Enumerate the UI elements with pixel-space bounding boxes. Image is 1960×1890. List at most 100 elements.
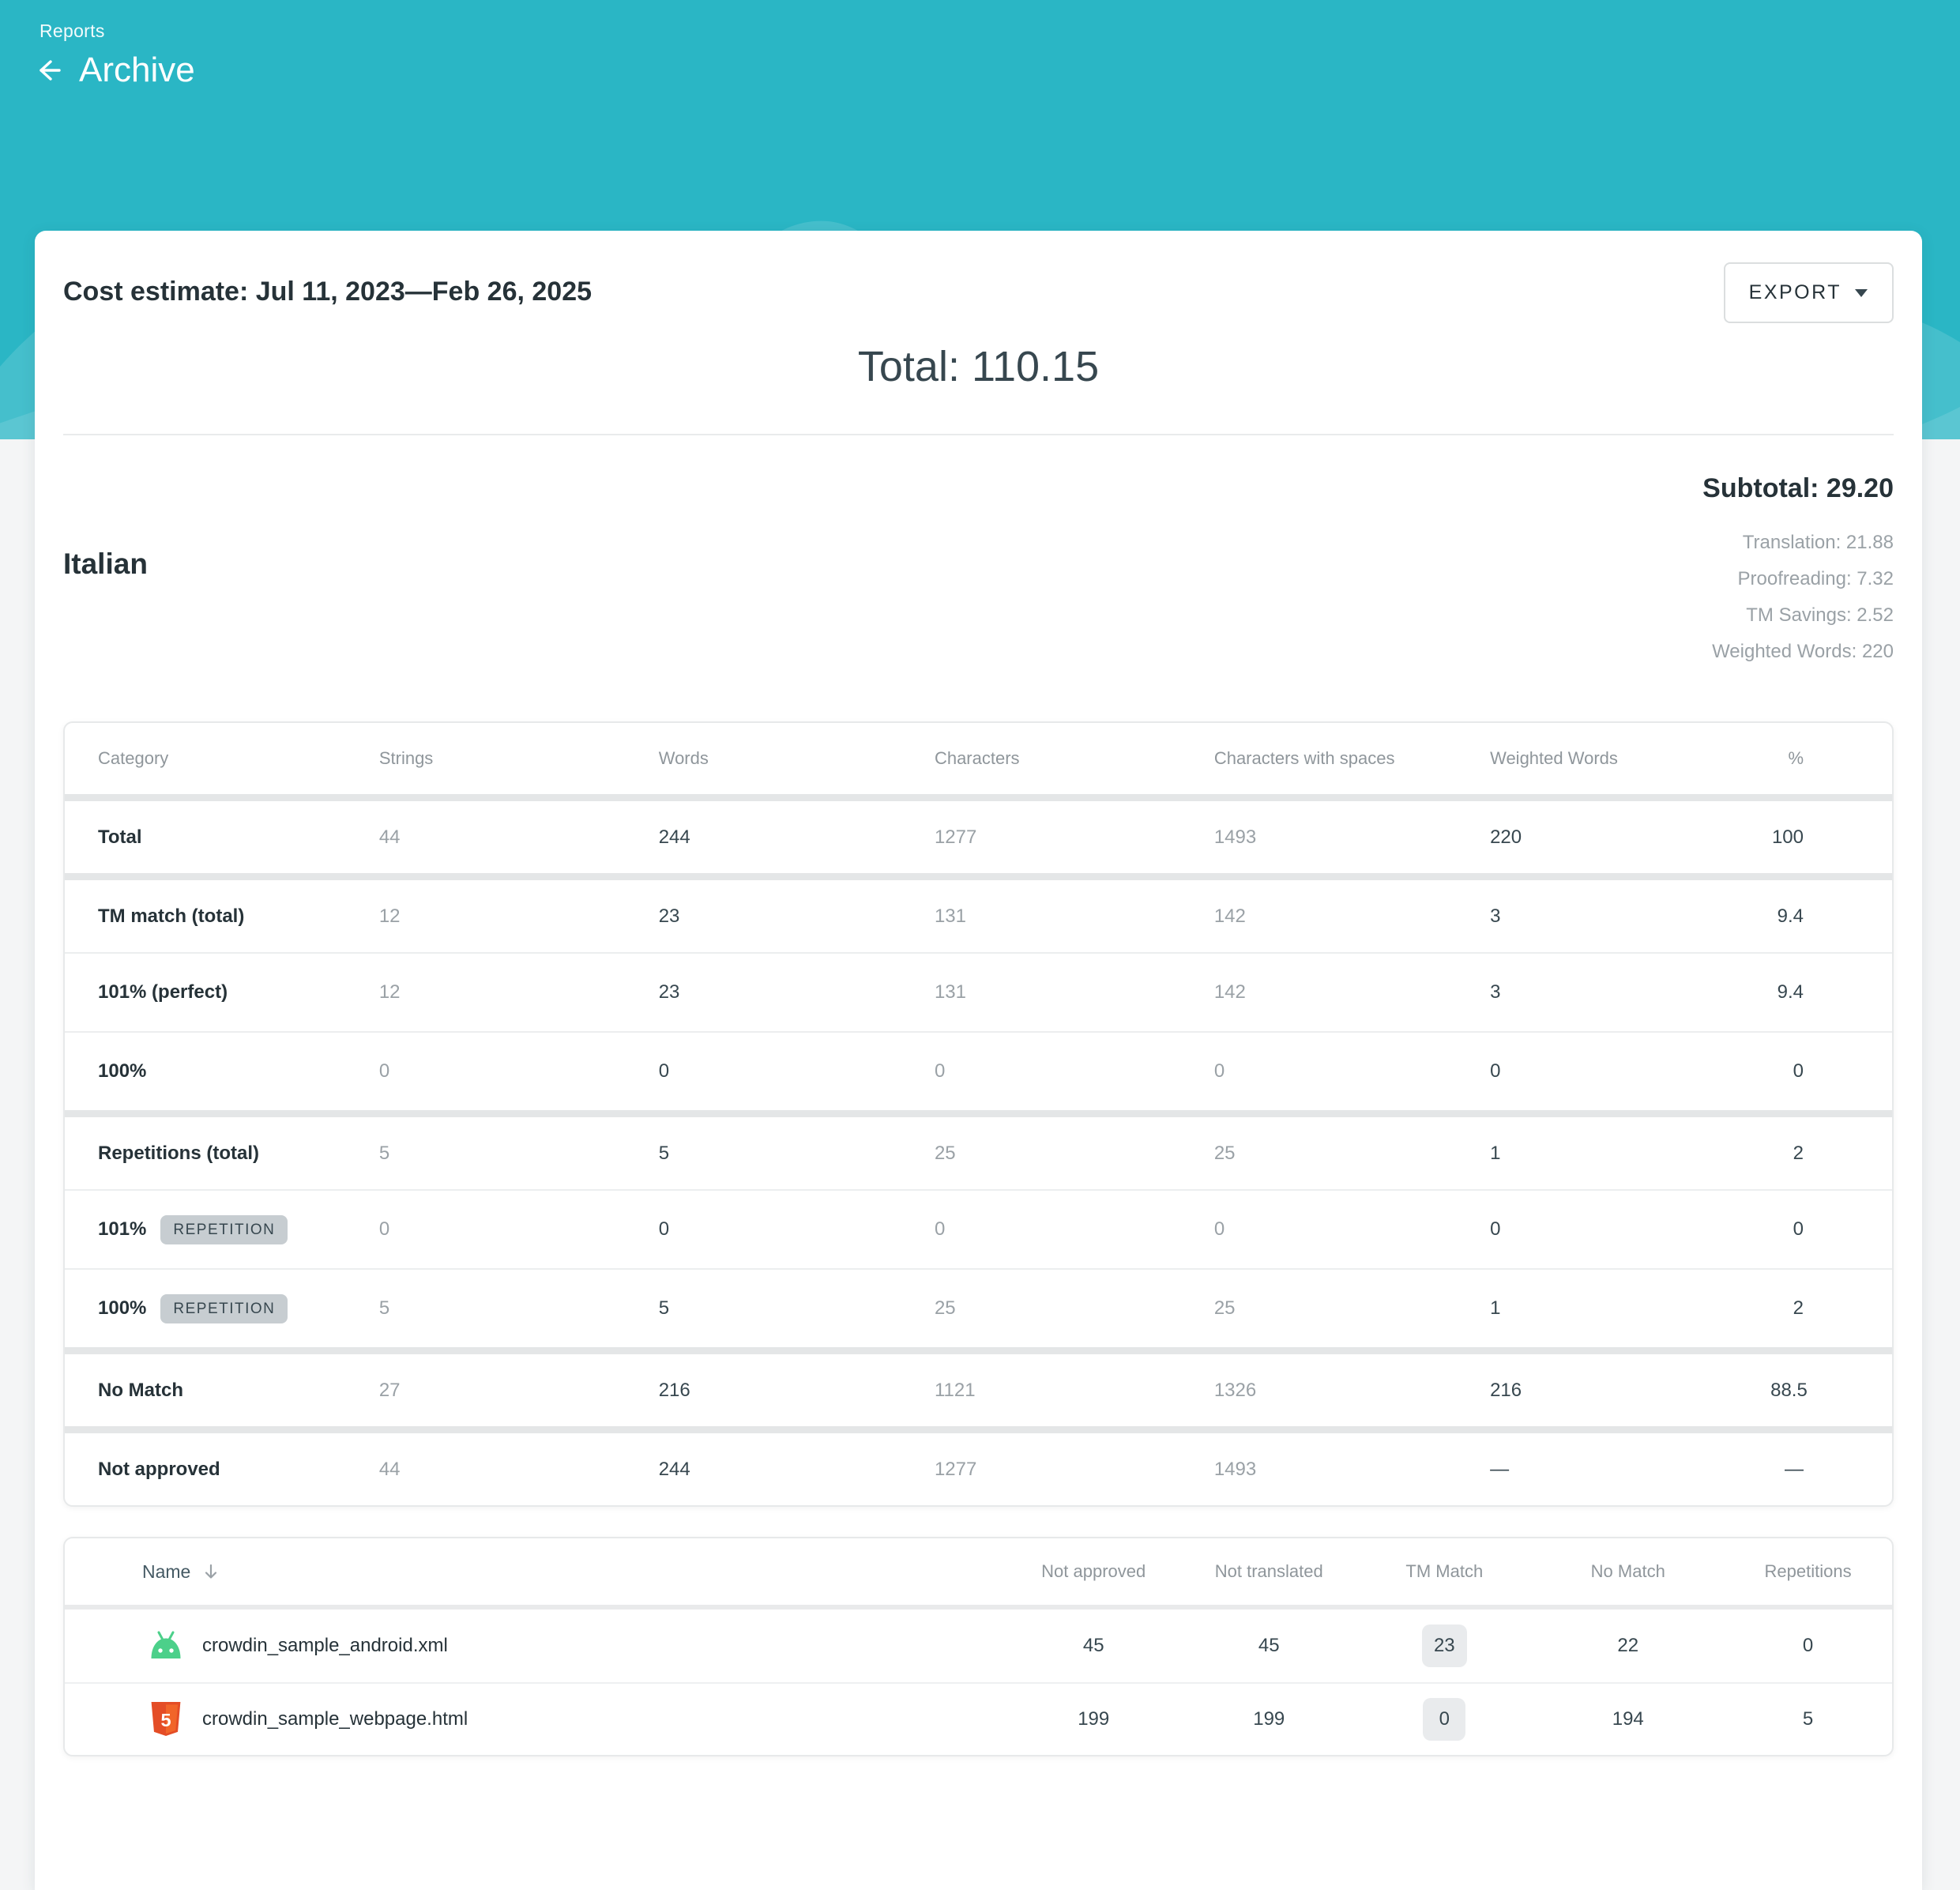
cell-weighted-words: 0 <box>1490 1060 1770 1082</box>
cell-words: 244 <box>659 1459 935 1481</box>
breadcrumb-reports[interactable]: Reports <box>40 21 105 42</box>
cell-percent: 9.4 <box>1770 981 1892 1003</box>
caret-down-icon <box>1854 288 1868 298</box>
files-sort-by-name[interactable]: Name <box>65 1561 1006 1583</box>
cell-characters-with-spaces: 142 <box>1214 905 1490 928</box>
file-link-webpage[interactable]: 5 crowdin_sample_webpage.html <box>65 1702 1006 1737</box>
report-card: Cost estimate: Jul 11, 2023—Feb 26, 2025… <box>35 231 1922 1890</box>
cell-weighted-words: 0 <box>1490 1218 1770 1241</box>
export-button[interactable]: EXPORT <box>1724 262 1894 323</box>
page-title: Archive <box>79 51 195 90</box>
cell-not-approved: 45 <box>1006 1635 1181 1657</box>
cell-percent: 2 <box>1770 1143 1892 1165</box>
cell-characters: 131 <box>935 981 1214 1003</box>
table-row-no-match: No Match 27 216 1121 1326 216 88.5 <box>65 1347 1892 1426</box>
cell-characters: 1121 <box>935 1380 1214 1402</box>
col-header-strings: Strings <box>379 748 659 769</box>
cell-characters-with-spaces: 1326 <box>1214 1380 1490 1402</box>
cell-percent: 100 <box>1770 826 1892 849</box>
cell-words: 5 <box>659 1143 935 1165</box>
subtotal-tm-savings: TM Savings: 2.52 <box>1702 597 1894 634</box>
col-header-weighted-words: Weighted Words <box>1490 748 1770 769</box>
cell-characters: 0 <box>935 1060 1214 1082</box>
cell-percent: 88.5 <box>1770 1380 1894 1402</box>
cell-words: 23 <box>659 905 935 928</box>
cell-strings: 44 <box>379 826 659 849</box>
repetition-badge: REPETITION <box>160 1294 288 1323</box>
subtotal-translation: Translation: 21.88 <box>1702 525 1894 561</box>
cell-no-match: 194 <box>1532 1708 1724 1730</box>
row-category: Repetitions (total) <box>65 1143 379 1165</box>
table-row-not-approved: Not approved 44 244 1277 1493 — — <box>65 1426 1892 1505</box>
cell-repetitions: 0 <box>1724 1635 1892 1657</box>
cell-weighted-words: 1 <box>1490 1143 1770 1165</box>
cell-strings: 0 <box>379 1218 659 1241</box>
cell-words: 216 <box>659 1380 935 1402</box>
cell-strings: 5 <box>379 1297 659 1320</box>
cell-percent: 2 <box>1770 1297 1892 1320</box>
row-category: TM match (total) <box>65 905 379 928</box>
cell-strings: 5 <box>379 1143 659 1165</box>
cell-not-translated: 199 <box>1181 1708 1356 1730</box>
cost-table-header-row: Category Strings Words Characters Charac… <box>65 723 1892 794</box>
cell-characters-with-spaces: 1493 <box>1214 1459 1490 1481</box>
cell-percent: — <box>1770 1459 1892 1481</box>
cell-percent: 9.4 <box>1770 905 1892 928</box>
row-category: Total <box>65 826 379 849</box>
cell-tm-match: 0 <box>1356 1698 1532 1741</box>
col-header-characters-with-spaces: Characters with spaces <box>1214 748 1490 769</box>
col-header-percent: % <box>1770 748 1892 769</box>
col-header-name: Name <box>142 1561 190 1583</box>
grand-total: Total: 110.15 <box>63 342 1894 391</box>
files-table: Name Not approved Not translated TM Matc… <box>63 1537 1894 1756</box>
cell-strings: 27 <box>379 1380 659 1402</box>
row-category: Not approved <box>65 1459 379 1481</box>
cell-weighted-words: 3 <box>1490 905 1770 928</box>
table-row-101-perfect: 101% (perfect) 12 23 131 142 3 9.4 <box>65 952 1892 1031</box>
cell-no-match: 22 <box>1532 1635 1724 1657</box>
col-header-category: Category <box>65 748 379 769</box>
row-category: 100% <box>98 1297 146 1320</box>
table-row-repetitions-total: Repetitions (total) 5 5 25 25 1 2 <box>65 1110 1892 1189</box>
cell-characters: 25 <box>935 1143 1214 1165</box>
cell-characters: 131 <box>935 905 1214 928</box>
repetition-badge: REPETITION <box>160 1215 288 1244</box>
cell-characters: 25 <box>935 1297 1214 1320</box>
subtotal-weighted-words: Weighted Words: 220 <box>1702 634 1894 670</box>
cell-characters-with-spaces: 0 <box>1214 1060 1490 1082</box>
report-title: Cost estimate: Jul 11, 2023—Feb 26, 2025 <box>63 277 1894 307</box>
language-section: Italian Subtotal: 29.20 Translation: 21.… <box>63 435 1894 721</box>
col-header-no-match: No Match <box>1532 1561 1724 1582</box>
arrow-down-icon <box>201 1562 220 1581</box>
file-name: crowdin_sample_webpage.html <box>202 1708 468 1730</box>
cell-words: 23 <box>659 981 935 1003</box>
table-row-100: 100% 0 0 0 0 0 0 <box>65 1031 1892 1110</box>
cell-weighted-words: 220 <box>1490 826 1770 849</box>
tm-match-pill: 23 <box>1422 1625 1467 1667</box>
table-row-tm-match-total: TM match (total) 12 23 131 142 3 9.4 <box>65 873 1892 952</box>
cell-weighted-words: 1 <box>1490 1297 1770 1320</box>
cell-characters-with-spaces: 0 <box>1214 1218 1490 1241</box>
cell-strings: 44 <box>379 1459 659 1481</box>
cell-words: 0 <box>659 1060 935 1082</box>
col-header-not-translated: Not translated <box>1181 1561 1356 1582</box>
cell-characters-with-spaces: 1493 <box>1214 826 1490 849</box>
subtotal-value: Subtotal: 29.20 <box>1702 473 1894 504</box>
row-category: 100% <box>65 1060 379 1082</box>
cost-table: Category Strings Words Characters Charac… <box>63 721 1894 1507</box>
row-category: 101% <box>98 1218 146 1241</box>
file-row-webpage: 5 crowdin_sample_webpage.html 199 199 0 … <box>65 1682 1892 1755</box>
col-header-not-approved: Not approved <box>1006 1561 1181 1582</box>
cell-repetitions: 5 <box>1724 1708 1892 1730</box>
table-row-101-repetition: 101%REPETITION 0 0 0 0 0 0 <box>65 1189 1892 1268</box>
cell-not-translated: 45 <box>1181 1635 1356 1657</box>
cell-characters-with-spaces: 25 <box>1214 1297 1490 1320</box>
file-link-android[interactable]: crowdin_sample_android.xml <box>65 1628 1006 1663</box>
cell-characters-with-spaces: 25 <box>1214 1143 1490 1165</box>
subtotal-block: Subtotal: 29.20 Translation: 21.88 Proof… <box>1702 473 1894 670</box>
col-header-repetitions: Repetitions <box>1724 1561 1892 1582</box>
arrow-left-icon[interactable] <box>33 55 65 86</box>
cell-words: 5 <box>659 1297 935 1320</box>
cell-tm-match: 23 <box>1356 1625 1532 1667</box>
svg-text:5: 5 <box>160 1710 171 1730</box>
